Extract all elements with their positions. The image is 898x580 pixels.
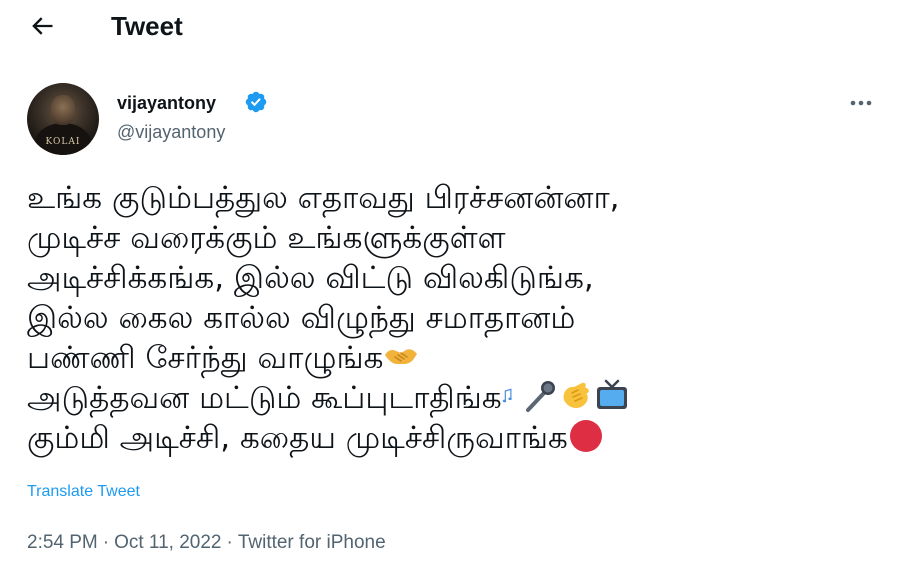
red-circle-icon [569, 420, 602, 452]
tweet-meta: 2:54 PM · Oct 11, 2022 · Twitter for iPhone [27, 531, 386, 555]
back-arrow-icon[interactable] [28, 12, 56, 40]
tweet-line: உங்க குடும்பத்துல எதாவது பிரச்சனன்னா, [27, 180, 620, 216]
meta-separator: · [102, 532, 110, 553]
avatar-face [51, 95, 75, 125]
television-icon [596, 379, 627, 409]
tweet-line: பண்ணி சேர்ந்து வாழுங்க [27, 338, 867, 378]
verified-badge-icon [245, 91, 267, 113]
translate-tweet-link[interactable]: Translate Tweet [27, 482, 140, 502]
tweet-time[interactable]: 2:54 PM [27, 531, 98, 555]
tweet-line: முடிச்ச வரைக்கும் உங்களுக்குள்ள [27, 220, 506, 256]
author-handle[interactable]: @vijayantony [117, 121, 225, 143]
tweet-line: அடுத்தவன மட்டும் கூப்புடாதிங்க [27, 378, 867, 418]
tweet-line: கும்மி அடிச்சி, கதைய முடிச்சிருவாங்க [27, 418, 867, 458]
avatar-logo-text: KOLAI [45, 137, 81, 147]
tweet-line: இல்ல கைல கால்ல விழுந்து சமாதானம் [27, 300, 576, 336]
handshake-icon [385, 349, 418, 364]
clapping-hands-icon [563, 382, 589, 408]
meta-separator: · [226, 532, 233, 553]
musical-notes-icon [502, 388, 512, 403]
top-bar: Tweet [0, 0, 898, 54]
tweet-line: அடிச்சிக்கங்க, இல்ல விட்டு விலகிடுங்க, [27, 260, 594, 296]
tweet-text: உங்க குடும்பத்துல எதாவது பிரச்சனன்னா, மு… [27, 178, 867, 458]
avatar[interactable]: KOLAI [27, 83, 99, 155]
more-options-icon[interactable] [846, 92, 876, 114]
tweet-source[interactable]: Twitter for iPhone [238, 531, 386, 555]
author-display-name[interactable]: vijayantony [117, 92, 216, 114]
tweet-date[interactable]: Oct 11, 2022 [114, 531, 221, 555]
page-title: Tweet [111, 11, 183, 41]
microphone-icon [525, 381, 555, 412]
